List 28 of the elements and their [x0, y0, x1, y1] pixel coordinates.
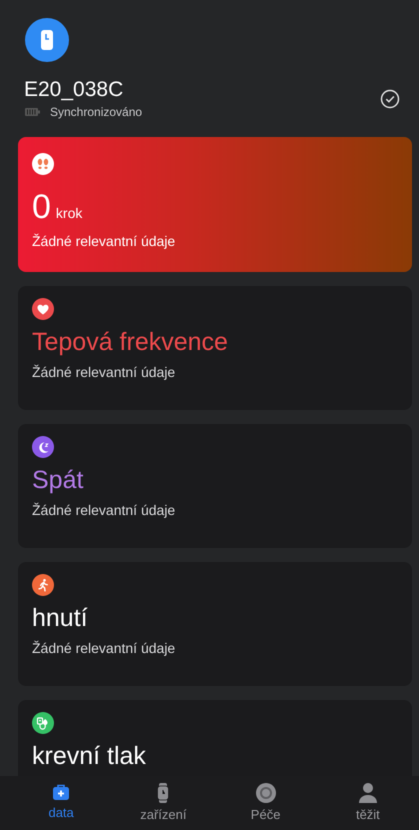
- tab[interactable]: Péče: [250, 776, 280, 830]
- watch-app-icon: [25, 18, 69, 62]
- run-card[interactable]: hnutí Žádné relevantní údaje: [18, 562, 412, 686]
- no-data-note: Žádné relevantní údaje: [32, 501, 176, 520]
- pressure-card[interactable]: krevní tlak: [18, 700, 412, 776]
- person-icon: [358, 782, 378, 804]
- step-unit: krok: [56, 205, 82, 221]
- tab[interactable]: data: [48, 776, 74, 830]
- step-count: 0: [32, 189, 51, 225]
- no-data-note: Žádné relevantní údaje: [32, 363, 176, 382]
- steps-card[interactable]: 0 krok Žádné relevantní údaje: [18, 137, 412, 272]
- tab[interactable]: zařízení: [140, 776, 186, 830]
- card-title: hnutí: [32, 603, 89, 634]
- battery-icon: [25, 108, 40, 116]
- check-circle-icon[interactable]: [380, 89, 400, 109]
- heart-card[interactable]: Tepová frekvence Žádné relevantní údaje: [18, 286, 412, 410]
- no-data-note: Žádné relevantní údaje: [32, 639, 176, 658]
- card-title: krevní tlak: [32, 741, 147, 772]
- no-data-note: Žádné relevantní údaje: [32, 232, 176, 251]
- footprints-icon: [32, 153, 54, 175]
- medical-kit-icon: [51, 782, 72, 802]
- device-name: E20_038C: [24, 78, 124, 102]
- sync-status: Synchronizováno: [50, 104, 142, 120]
- card-title: Tepová frekvence: [32, 327, 229, 358]
- ring-icon: [254, 782, 277, 804]
- tab[interactable]: těžit: [356, 776, 380, 830]
- sleep-card[interactable]: Spát Žádné relevantní údaje: [18, 424, 412, 548]
- card-title: Spát: [32, 465, 84, 496]
